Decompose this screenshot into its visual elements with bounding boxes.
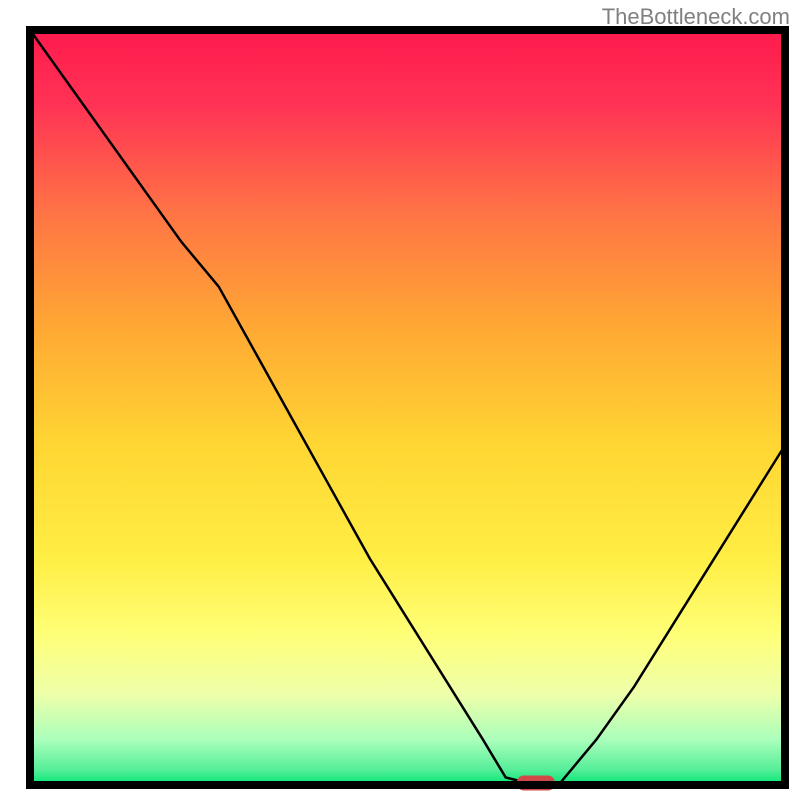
bottleneck-chart: TheBottleneck.com <box>0 0 800 800</box>
gradient-background <box>30 30 785 785</box>
chart-svg <box>0 0 800 800</box>
watermark-text: TheBottleneck.com <box>602 4 790 30</box>
